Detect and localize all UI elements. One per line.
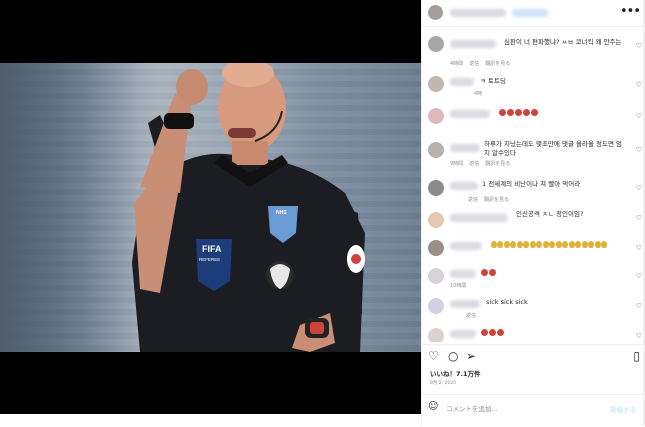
username-blurred[interactable] [450,40,496,48]
comment-item: 1 전세계의 비난이나 쳐 빨아 먹어라 返信 翻訳を見る ♡ [422,174,645,206]
translate-link[interactable]: 翻訳を見る [485,161,510,167]
avatar[interactable] [428,36,444,52]
avatar[interactable] [428,108,444,124]
username-blurred[interactable] [450,270,476,278]
account-avatar[interactable] [428,5,443,20]
avatar[interactable] [428,142,444,158]
comment-item: 10時間 ♡ [422,262,645,294]
likes-count[interactable]: いいね！7.1万件 [430,368,481,378]
avatar[interactable] [428,240,444,256]
like-heart-icon[interactable]: ♡ [636,302,642,310]
comment-item: ♡ [422,234,645,262]
like-heart-icon[interactable]: ♡ [636,184,642,192]
reply-link[interactable]: 返信 [468,197,478,203]
like-heart-icon[interactable]: ♡ [636,272,642,280]
username-blurred[interactable] [450,182,478,190]
emoji-row [490,240,607,249]
fifa-badge-text: FIFA [202,244,222,254]
comments-list[interactable]: 심판이 너 편파했냐? ㅆㅂ 코너킥 왜 안주는 4時間 返信 翻訳を見る ♡ ㅋ … [422,30,645,342]
avatar[interactable] [428,298,444,314]
username-blurred[interactable] [450,330,476,338]
post-date: 8月 2, 2020 [430,381,456,386]
comment-item: 하루가 지났는데도 몇초만에 댓글 올라올 정도면 엄 지 알수있다 9時間 返信… [422,136,645,170]
username-blurred[interactable] [450,144,480,152]
reply-link[interactable]: 返信 [466,313,476,319]
comment-text: ㅋ 토트딩 [480,77,506,85]
comment-text: 인신공격 ㅈㄴ 정인이임? [516,210,584,218]
reply-link[interactable]: 返信 [469,61,479,67]
translate-link[interactable]: 翻訳を見る [485,61,510,67]
referee-photo: FIFA REFEREE NHS [0,63,421,352]
like-heart-icon[interactable]: ♡ [636,81,642,89]
emoji-picker-icon[interactable]: ☺ [428,401,438,412]
avatar[interactable] [428,268,444,284]
post-media[interactable]: FIFA REFEREE NHS [0,0,421,414]
account-name-blurred[interactable] [450,9,506,17]
like-heart-icon[interactable]: ♡ [636,42,642,50]
comment-meta: 4時 [474,90,488,97]
comment-item: 심판이 너 편파했냐? ㅆㅂ 코너킥 왜 안주는 4時間 返信 翻訳を見る ♡ [422,30,645,68]
comment-text: 1 전세계의 비난이나 쳐 빨아 먹어라 [482,180,581,188]
avatar[interactable] [428,76,444,92]
comment-icon[interactable]: ○ [448,349,458,363]
comment-item: ♡ [422,322,645,342]
follow-link-blurred[interactable] [512,9,548,17]
save-bookmark-icon[interactable]: ▯ [633,349,640,363]
comment-meta: 10時間 [450,282,472,289]
add-comment-bar: ☺ 投稿する [422,394,645,427]
comment-item: 인신공격 ㅈㄴ 정인이임? ♡ [422,206,645,234]
comment-item: ㅋ 토트딩 4時 ♡ [422,70,645,97]
instagram-post-window: FIFA REFEREE NHS ••• 심판이 너 편파했냐? ㅆㅂ 코너킥 … [0,0,645,426]
post-actions: ♡ ○ ➢ ▯ いいね！7.1万件 8月 2, 2020 [422,344,645,386]
add-comment-input[interactable] [444,401,588,417]
referee-badge-text: REFEREE [199,257,221,262]
comment-text: 하루가 지났는데도 몇초만에 댓글 올라올 정도면 엄 지 알수있다 [484,140,622,157]
like-heart-icon[interactable]: ♡ [636,244,642,252]
more-options-icon[interactable]: ••• [620,4,641,19]
username-blurred[interactable] [450,300,480,308]
comment-time: 4時間 [450,61,464,67]
emoji-row [480,268,496,277]
comment-time: 10時間 [450,283,467,289]
comment-meta: 返信 翻訳を見る [468,196,515,203]
post-header: ••• [422,0,645,27]
username-blurred[interactable] [450,110,490,118]
comment-meta: 返信 [466,312,482,319]
reply-link[interactable]: 返信 [469,161,479,167]
nhs-badge-text: NHS [276,210,287,216]
comment-meta: 4時間 返信 翻訳を見る [450,60,516,67]
emoji-row [498,108,538,117]
like-icon[interactable]: ♡ [428,349,439,363]
like-heart-icon[interactable]: ♡ [636,112,642,120]
share-icon[interactable]: ➢ [466,349,476,363]
translate-link[interactable]: 翻訳を見る [484,197,509,203]
comment-meta: 9時間 返信 翻訳を見る [450,160,516,167]
username-blurred[interactable] [450,78,474,86]
emoji-row [480,328,504,337]
like-heart-icon[interactable]: ♡ [636,332,642,340]
comment-time: 4時 [474,91,483,97]
username-blurred[interactable] [450,214,508,222]
comment-item: ♡ [422,102,645,130]
like-heart-icon[interactable]: ♡ [636,146,642,154]
avatar[interactable] [428,180,444,196]
username-blurred[interactable] [450,242,482,250]
post-comment-button[interactable]: 投稿する [610,404,636,414]
comment-text: 심판이 너 편파했냐? ㅆㅂ 코너킥 왜 안주는 [504,38,622,46]
avatar[interactable] [428,328,444,342]
comment-item: sick sick sick 返信 ♡ [422,292,645,322]
comments-panel: ••• 심판이 너 편파했냐? ㅆㅂ 코너킥 왜 안주는 4時間 返信 翻訳を見る … [421,0,645,426]
referee-figure [132,63,365,352]
comment-text: sick sick sick [486,298,528,306]
comment-time: 9時間 [450,161,464,167]
like-heart-icon[interactable]: ♡ [636,214,642,222]
avatar[interactable] [428,212,444,228]
